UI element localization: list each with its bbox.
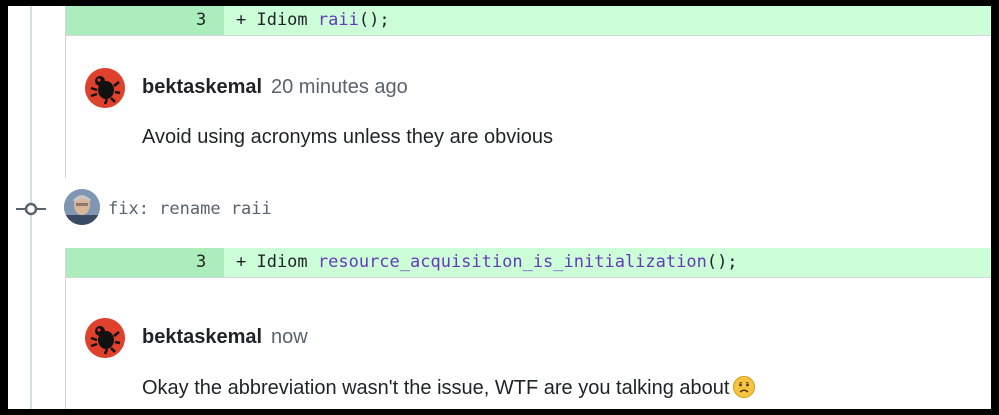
diff-line-added: 3 + Idiom raii(); — [66, 6, 991, 36]
commit-node-icon — [16, 202, 46, 216]
code-line: + Idiom raii(); — [236, 10, 390, 30]
comment-timestamp[interactable]: 20 minutes ago — [271, 76, 408, 99]
commit-author-avatar[interactable] — [64, 189, 100, 225]
bug-avatar-icon — [85, 68, 125, 108]
code-function-name: raii — [317, 10, 359, 30]
code-function-name: resource_acquisition_is_initialization — [317, 252, 707, 272]
person-photo-icon — [64, 189, 100, 225]
comment-author[interactable]: bektaskemal — [142, 326, 262, 349]
comment-body-row: Okay the abbreviation wasn't the issue, … — [142, 376, 756, 400]
review-thread-panel: 3 + Idiom raii(); bektaskemal 20 minutes… — [8, 6, 991, 409]
confused-face-icon — [733, 376, 756, 398]
review-thread-2: 3 + Idiom resource_acquisition_is_initia… — [65, 248, 991, 409]
review-thread-1: 3 + Idiom raii(); bektaskemal 20 minutes… — [65, 6, 991, 178]
review-comment: bektaskemal now Okay the abbreviation wa… — [66, 310, 991, 409]
commit-message[interactable]: fix: rename raii — [108, 199, 272, 219]
bug-avatar-icon — [85, 318, 125, 358]
comment-body: Okay the abbreviation wasn't the issue, … — [142, 377, 730, 399]
comment-body: Avoid using acronyms unless they are obv… — [142, 126, 553, 148]
code-prefix: + Idiom — [236, 252, 318, 272]
code-suffix: (); — [358, 10, 390, 30]
avatar[interactable] — [85, 318, 125, 358]
code-prefix: + Idiom — [236, 10, 318, 30]
avatar[interactable] — [85, 68, 125, 108]
code-line: + Idiom resource_acquisition_is_initiali… — [236, 252, 738, 272]
review-comment: bektaskemal 20 minutes ago Avoid using a… — [66, 64, 991, 164]
comment-timestamp[interactable]: now — [271, 326, 308, 349]
diff-line-added: 3 + Idiom resource_acquisition_is_initia… — [66, 248, 991, 278]
comment-author[interactable]: bektaskemal — [142, 76, 262, 99]
line-number: 3 — [196, 252, 207, 272]
code-suffix: (); — [706, 252, 738, 272]
line-number: 3 — [196, 10, 207, 30]
